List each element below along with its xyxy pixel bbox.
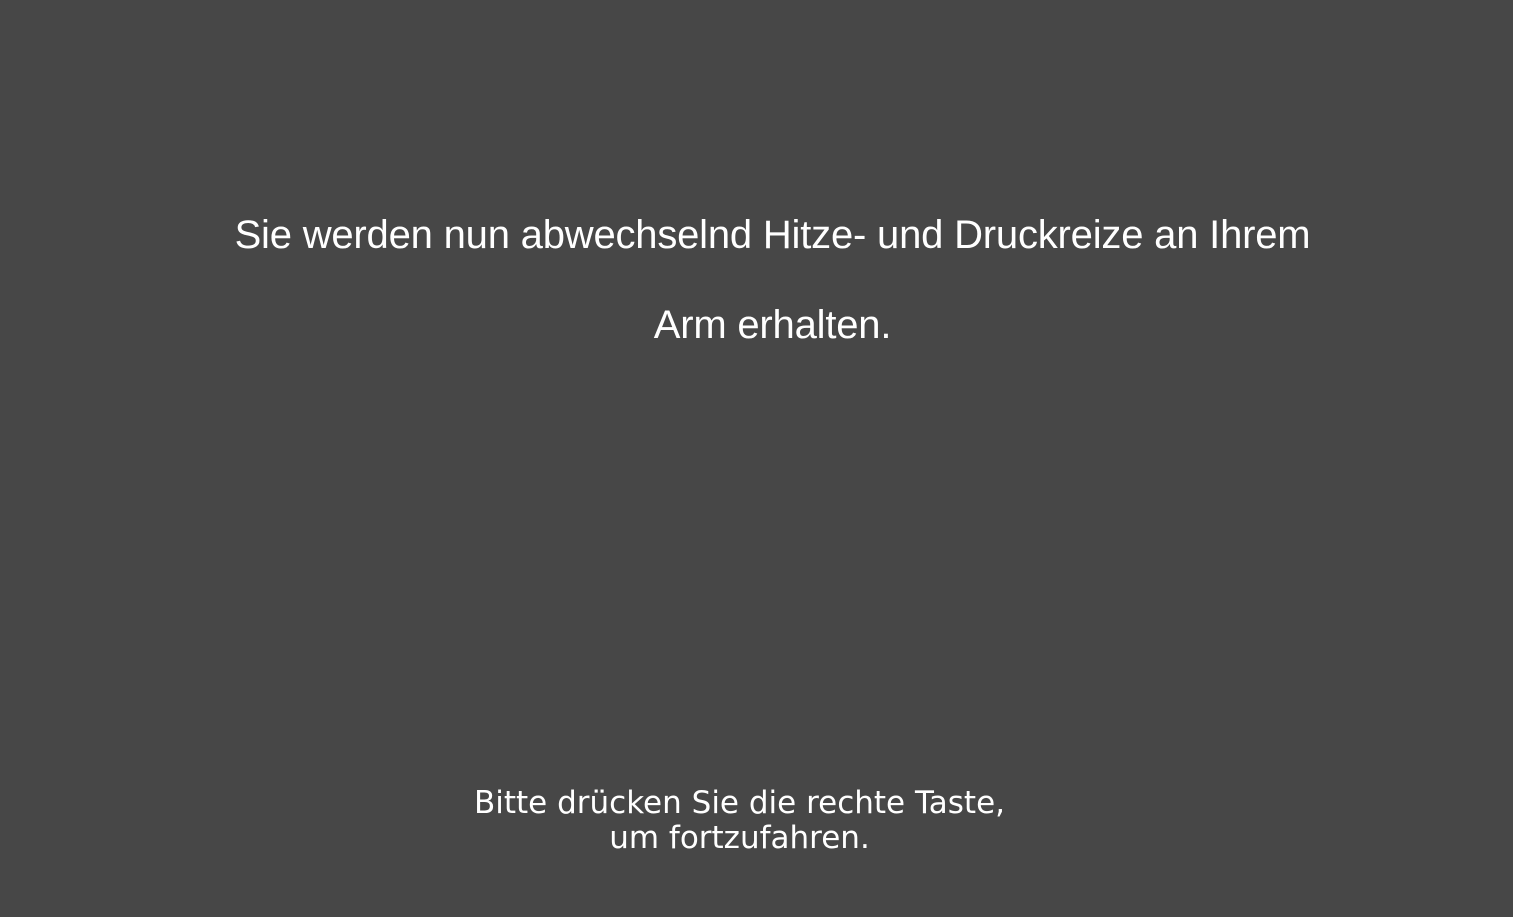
instruction-line-2: Arm erhalten. xyxy=(653,303,892,347)
continue-prompt-line-1: Bitte drücken Sie die rechte Taste, xyxy=(473,785,1006,821)
instruction-line-1: Sie werden nun abwechselnd Hitze- und Dr… xyxy=(234,213,1311,257)
instruction-screen[interactable]: Sie werden nun abwechselnd Hitze- und Dr… xyxy=(0,0,1513,917)
instruction-text: Sie werden nun abwechselnd Hitze- und Dr… xyxy=(0,190,1513,370)
continue-prompt-line-2: um fortzufahren. xyxy=(609,820,870,856)
continue-prompt: Bitte drücken Sie die rechte Taste, um f… xyxy=(0,786,1479,856)
